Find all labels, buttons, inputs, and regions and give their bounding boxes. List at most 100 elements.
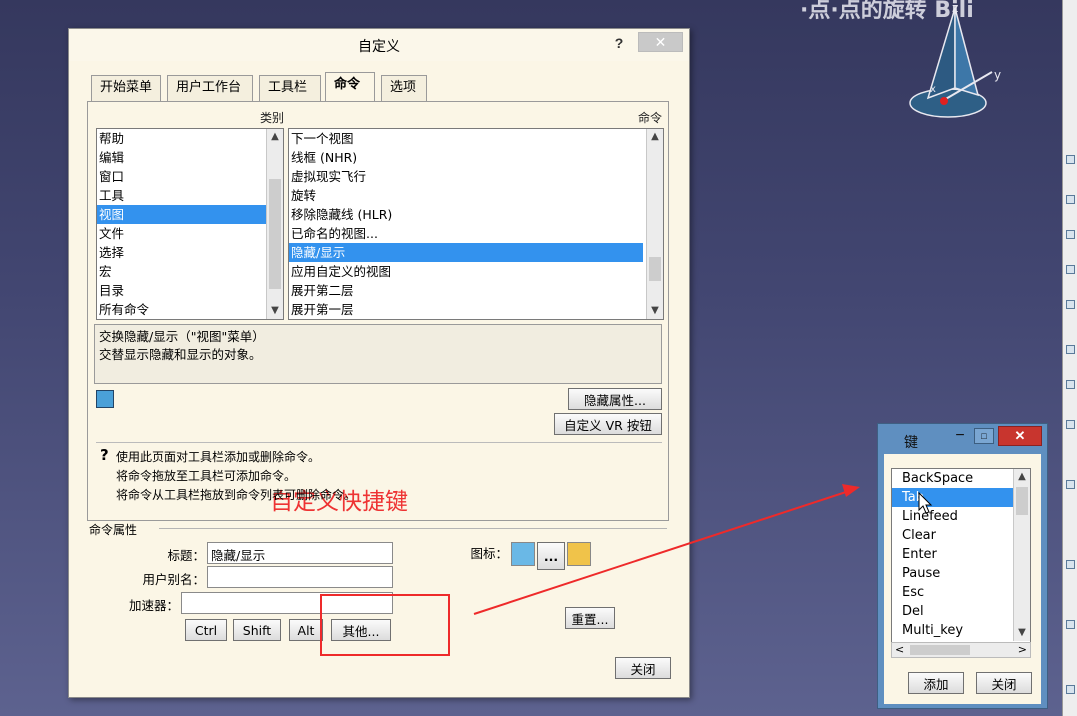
maximize-icon[interactable]: □ bbox=[974, 428, 994, 444]
toolbar-icon[interactable] bbox=[1066, 685, 1075, 694]
list-item[interactable]: 文件 bbox=[97, 224, 283, 243]
help-button[interactable]: ? bbox=[604, 32, 634, 54]
list-item[interactable]: 帮助 bbox=[97, 129, 283, 148]
list-item[interactable]: 所有命令 bbox=[97, 300, 283, 319]
scroll-up-icon[interactable]: ▲ bbox=[267, 129, 283, 145]
customize-vr-button[interactable]: 自定义 VR 按钮 bbox=[554, 413, 662, 435]
list-item[interactable]: Esc bbox=[892, 583, 1030, 602]
scroll-down-icon[interactable]: ▼ bbox=[647, 303, 663, 319]
scroll-up-icon[interactable]: ▲ bbox=[647, 129, 663, 145]
list-item[interactable]: 虚拟现实飞行 bbox=[289, 167, 663, 186]
category-list[interactable]: 帮助 编辑 窗口 工具 视图 文件 选择 宏 目录 所有命令 ▲ ▼ bbox=[96, 128, 284, 320]
toolbar-icon[interactable] bbox=[1066, 300, 1075, 309]
info-line: 将命令拖放至工具栏可添加命令。 bbox=[116, 469, 297, 483]
list-item[interactable]: 目录 bbox=[97, 281, 283, 300]
list-item[interactable]: 窗口 bbox=[97, 167, 283, 186]
scroll-down-icon[interactable]: ▼ bbox=[1014, 625, 1030, 641]
tab-toolbars[interactable]: 工具栏 bbox=[259, 75, 321, 101]
close-icon[interactable]: ✕ bbox=[638, 32, 683, 52]
list-item[interactable]: 工具 bbox=[97, 186, 283, 205]
add-button[interactable]: 添加 bbox=[908, 672, 964, 694]
list-item[interactable]: 宏 bbox=[97, 262, 283, 281]
scroll-down-icon[interactable]: ▼ bbox=[267, 303, 283, 319]
dialog-titlebar[interactable]: 自定义 ? ✕ bbox=[69, 29, 689, 61]
close-button[interactable]: 关闭 bbox=[615, 657, 671, 679]
accelerator-label: 加速器： bbox=[128, 598, 179, 613]
list-item[interactable]: 展开第一层 bbox=[289, 300, 663, 319]
icon-label: 图标： bbox=[470, 546, 508, 561]
hide-properties-button[interactable]: 隐藏属性... bbox=[568, 388, 662, 410]
toolbar-icon[interactable] bbox=[1066, 380, 1075, 389]
ctrl-button[interactable]: Ctrl bbox=[185, 619, 227, 641]
title-field[interactable]: 隐藏/显示 bbox=[207, 542, 393, 564]
toolbar-icon[interactable] bbox=[1066, 420, 1075, 429]
list-item-selected[interactable]: 隐藏/显示 bbox=[289, 243, 643, 262]
scroll-thumb[interactable] bbox=[1016, 487, 1028, 515]
toolbar-icon[interactable] bbox=[1066, 265, 1075, 274]
list-item[interactable]: 展开第二层 bbox=[289, 281, 663, 300]
toolbar-icon[interactable] bbox=[1066, 560, 1075, 569]
category-scrollbar[interactable]: ▲ ▼ bbox=[266, 129, 283, 319]
list-item[interactable]: 编辑 bbox=[97, 148, 283, 167]
list-item[interactable]: Del bbox=[892, 602, 1030, 621]
key-list-hscrollbar[interactable]: < > bbox=[891, 642, 1031, 658]
scroll-thumb[interactable] bbox=[649, 257, 661, 281]
list-item[interactable]: Multi_key bbox=[892, 621, 1030, 640]
category-header: 类别 bbox=[260, 111, 285, 125]
highlight-box bbox=[320, 594, 450, 656]
scroll-thumb[interactable] bbox=[910, 645, 970, 655]
list-item[interactable]: Linefeed bbox=[892, 507, 1030, 526]
key-list[interactable]: BackSpace Tab Linefeed Clear Enter Pause… bbox=[891, 468, 1031, 654]
list-item[interactable]: 应用自定义的视图 bbox=[289, 262, 663, 281]
command-icon-preview bbox=[511, 542, 535, 566]
compass-icon[interactable]: z y x bbox=[900, 0, 1020, 125]
tab-commands[interactable]: 命令 bbox=[325, 72, 375, 101]
list-item[interactable]: 旋转 bbox=[289, 186, 663, 205]
toolbar-icon[interactable] bbox=[1066, 345, 1075, 354]
ellipsis-button[interactable]: ... bbox=[537, 542, 565, 570]
scroll-thumb[interactable] bbox=[269, 179, 281, 289]
scroll-up-icon[interactable]: ▲ bbox=[1014, 469, 1030, 485]
title-label: 标题： bbox=[167, 548, 205, 563]
command-scrollbar[interactable]: ▲ ▼ bbox=[646, 129, 663, 319]
description-line: 交替显示隐藏和显示的对象。 bbox=[99, 347, 262, 362]
list-item[interactable]: Pause bbox=[892, 564, 1030, 583]
scroll-left-icon[interactable]: < bbox=[895, 643, 904, 657]
alt-button[interactable]: Alt bbox=[289, 619, 323, 641]
toolbar-icon[interactable] bbox=[1066, 230, 1075, 239]
minimize-icon[interactable]: − bbox=[948, 426, 972, 446]
list-item[interactable]: BackSpace bbox=[892, 469, 1030, 488]
folder-open-icon[interactable] bbox=[567, 542, 591, 566]
command-list[interactable]: 下一个视图 线框 (NHR) 虚拟现实飞行 旋转 移除隐藏线 (HLR) 已命名… bbox=[288, 128, 664, 320]
axis-x-label: x bbox=[930, 84, 936, 95]
info-line: 将命令从工具栏拖放到命令列表可删除命令。 bbox=[116, 488, 357, 502]
tab-user-workbench[interactable]: 用户工作台 bbox=[167, 75, 253, 101]
toolbar-icon[interactable] bbox=[1066, 195, 1075, 204]
toolbar-icon[interactable] bbox=[1066, 155, 1075, 164]
commands-tab-panel: 类别 命令 帮助 编辑 窗口 工具 视图 文件 选择 宏 目录 所有命令 ▲ ▼… bbox=[87, 101, 669, 521]
alias-label: 用户别名： bbox=[142, 572, 205, 587]
reset-button[interactable]: 重置... bbox=[565, 607, 615, 629]
list-item[interactable]: 线框 (NHR) bbox=[289, 148, 663, 167]
list-item[interactable]: 下一个视图 bbox=[289, 129, 663, 148]
list-item-selected[interactable]: Tab bbox=[892, 488, 1014, 507]
scroll-right-icon[interactable]: > bbox=[1018, 643, 1027, 657]
close-icon[interactable]: ✕ bbox=[998, 426, 1042, 446]
list-item[interactable]: Clear bbox=[892, 526, 1030, 545]
list-item[interactable]: 移除隐藏线 (HLR) bbox=[289, 205, 663, 224]
command-properties-label: 命令属性 bbox=[89, 523, 138, 537]
list-item[interactable]: Enter bbox=[892, 545, 1030, 564]
close-button[interactable]: 关闭 bbox=[976, 672, 1032, 694]
list-item[interactable]: 已命名的视图... bbox=[289, 224, 663, 243]
keys-dialog-title: 键 bbox=[904, 435, 918, 451]
shift-button[interactable]: Shift bbox=[233, 619, 281, 641]
toolbar-icon[interactable] bbox=[1066, 620, 1075, 629]
key-list-scrollbar[interactable]: ▲ ▼ bbox=[1013, 469, 1030, 641]
alias-field[interactable] bbox=[207, 566, 393, 588]
tab-start-menu[interactable]: 开始菜单 bbox=[91, 75, 161, 101]
toolbar-icon[interactable] bbox=[1066, 480, 1075, 489]
divider bbox=[159, 528, 667, 529]
list-item[interactable]: 选择 bbox=[97, 243, 283, 262]
tab-options[interactable]: 选项 bbox=[381, 75, 427, 101]
list-item-selected[interactable]: 视图 bbox=[97, 205, 266, 224]
